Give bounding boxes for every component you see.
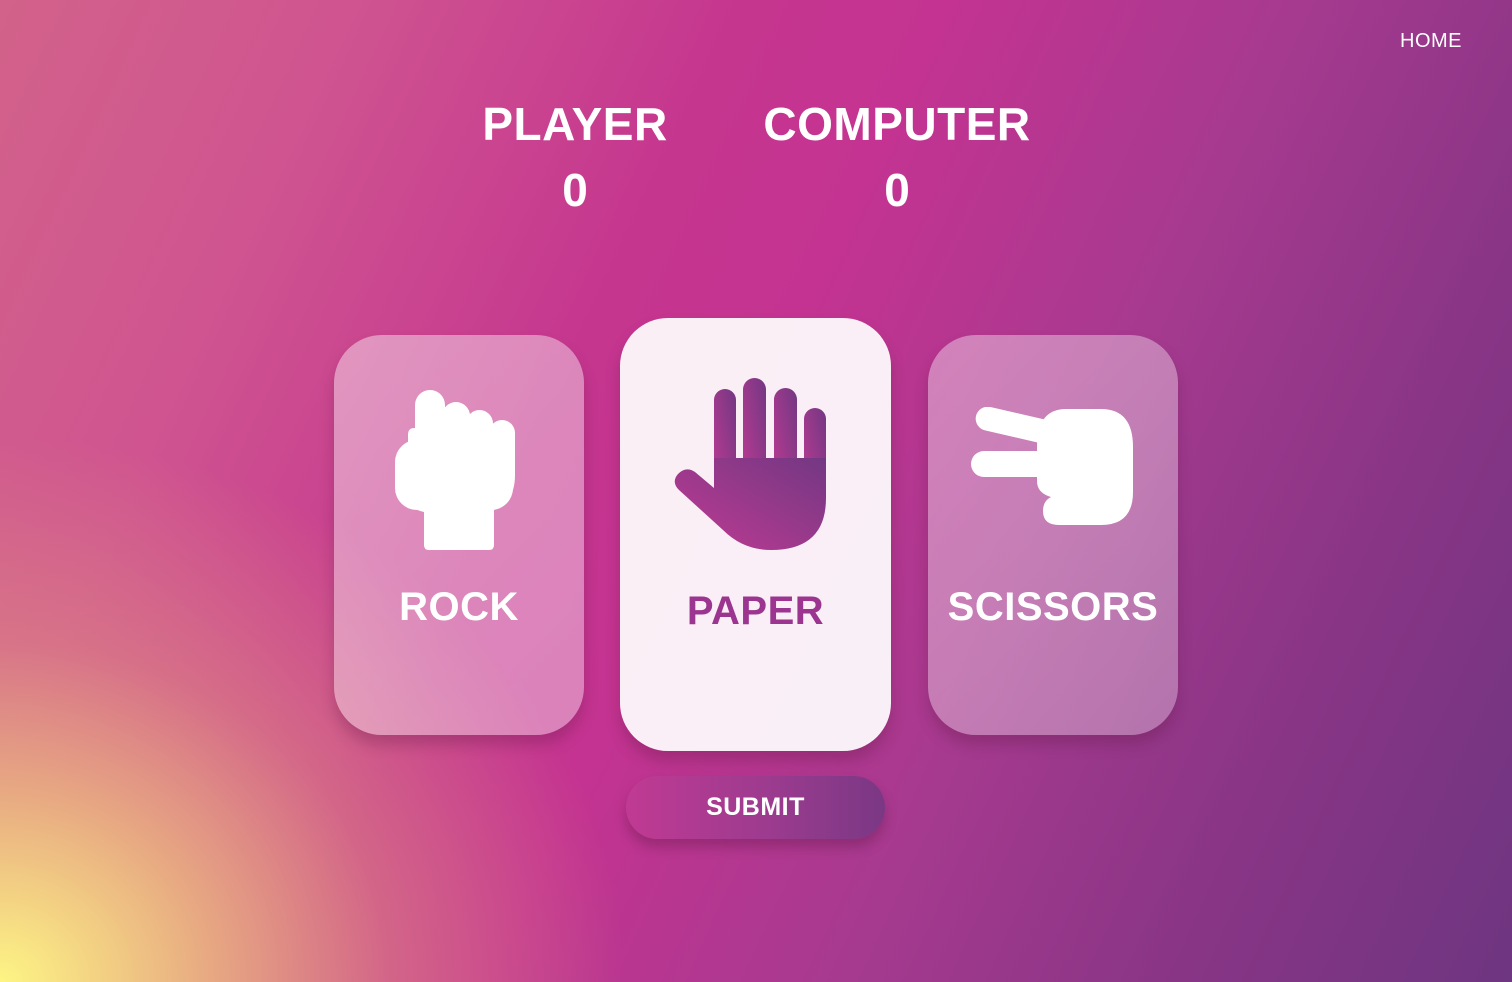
rock-choice-card[interactable]: ROCK — [334, 335, 584, 735]
player-score: 0 — [562, 164, 588, 216]
submit-button[interactable]: SUBMIT — [626, 776, 885, 839]
home-link[interactable]: HOME — [1400, 30, 1462, 53]
player-score-panel: PLAYER 0 — [475, 96, 675, 218]
computer-score: 0 — [884, 164, 910, 216]
scoreboard: PLAYER 0 COMPUTER 0 — [0, 96, 1512, 226]
scissors-choice-card[interactable]: SCISSORS — [928, 335, 1178, 735]
computer-score-panel: COMPUTER 0 — [752, 96, 1042, 218]
paper-label: PAPER — [686, 589, 825, 633]
scissors-label: SCISSORS — [947, 585, 1159, 629]
player-label: PLAYER — [482, 98, 668, 150]
two-fingers-icon — [928, 407, 1178, 532]
open-hand-icon — [620, 378, 891, 553]
fist-icon — [334, 390, 584, 555]
rock-label: ROCK — [399, 585, 519, 629]
paper-choice-card[interactable]: PAPER — [620, 318, 891, 751]
computer-label: COMPUTER — [763, 98, 1031, 150]
